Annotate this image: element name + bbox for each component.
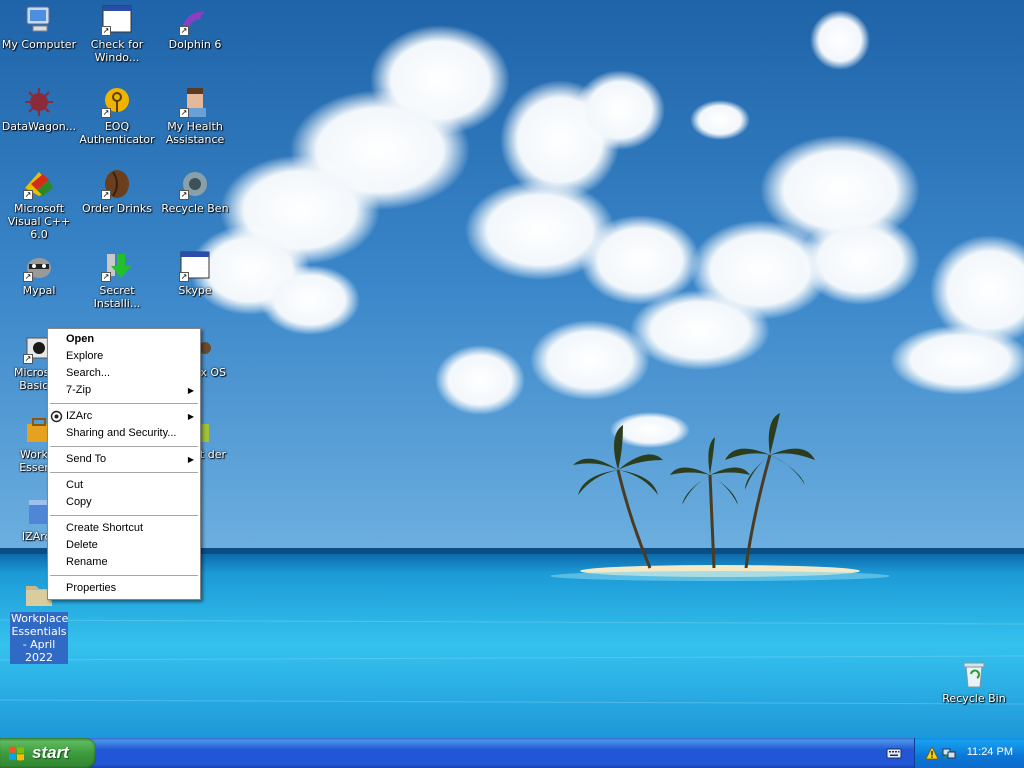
shortcut-arrow-icon: ↗ [101,108,111,118]
menu-item-search[interactable]: Search... [48,365,200,382]
menu-separator [50,515,198,516]
desktop-icon-check-for-windows[interactable]: ↗ Check for Windo... [78,4,156,64]
vcpp-icon: ↗ [23,168,55,200]
shortcut-arrow-icon: ↗ [23,272,33,282]
key-icon: ↗ [101,86,133,118]
menu-item-cut[interactable]: Cut [48,477,200,494]
menu-item-rename[interactable]: Rename [48,554,200,571]
desktop-icon-skype[interactable]: ↗ Skype [156,250,234,297]
desktop-icon-datawagon[interactable]: DataWagon... [0,86,78,133]
context-menu: Open Explore Search... 7-Zip ▶ IZArc ▶ Sha… [47,328,201,600]
system-tray: 11:24 PM [914,738,1024,768]
desktop-icon-microsoft-visual-cpp[interactable]: ↗ Microsoft Visual C++ 6.0 [0,168,78,241]
download-icon: ↗ [101,250,133,282]
raccoon-icon: ↗ [23,250,55,282]
shortcut-arrow-icon: ↗ [101,272,111,282]
shortcut-arrow-icon: ↗ [23,190,33,200]
dolphin-icon: ↗ [179,4,211,36]
menu-item-izarc[interactable]: IZArc ▶ [48,408,200,425]
menu-item-create-shortcut[interactable]: Create Shortcut [48,520,200,537]
menu-item-copy[interactable]: Copy [48,494,200,511]
coffee-icon: ↗ [101,168,133,200]
menu-item-7zip[interactable]: 7-Zip ▶ [48,382,200,399]
menu-item-explore[interactable]: Explore [48,348,200,365]
menu-separator [50,472,198,473]
doctor-icon: ↗ [179,86,211,118]
shortcut-arrow-icon: ↗ [179,108,189,118]
recycle-icon: ↗ [179,168,211,200]
shortcut-arrow-icon: ↗ [179,26,189,36]
keyboard-icon[interactable] [886,746,902,760]
desktop-icon-eoq-authenticator[interactable]: ↗ EOQ Authenticator [78,86,156,146]
shortcut-arrow-icon: ↗ [101,190,111,200]
clock[interactable]: 11:24 PM [967,746,1013,758]
desktop-icon-secret-installer[interactable]: ↗ Secret Installi... [78,250,156,310]
menu-separator [50,403,198,404]
desktop-icon-recycle-ben[interactable]: ↗ Recycle Ben [156,168,234,215]
izarc-icon [50,410,63,423]
submenu-arrow-icon: ▶ [187,412,194,421]
taskbar: start 11:24 PM [0,738,1024,768]
desktop-icon-dolphin-6[interactable]: ↗ Dolphin 6 [156,4,234,51]
menu-item-delete[interactable]: Delete [48,537,200,554]
menu-item-open[interactable]: Open [48,331,200,348]
start-label: start [32,743,69,762]
recycle-bin-icon [958,658,990,690]
skype-window-icon: ↗ [179,250,211,282]
desktop-icon-my-health-assistance[interactable]: ↗ My Health Assistance [156,86,234,146]
shortcut-arrow-icon: ↗ [179,272,189,282]
desktop-icon-order-drinks[interactable]: ↗ Order Drinks [78,168,156,215]
submenu-arrow-icon: ▶ [187,386,194,395]
window-icon: ↗ [101,4,133,36]
menu-separator [50,575,198,576]
shortcut-arrow-icon: ↗ [23,354,33,364]
desktop-icon-mypal[interactable]: ↗ Mypal [0,250,78,297]
desktop-icon-recycle-bin[interactable]: Recycle Bin [935,658,1013,705]
menu-item-sharing-security[interactable]: Sharing and Security... [48,425,200,442]
desktop-icon-my-computer[interactable]: My Computer [0,4,78,51]
submenu-arrow-icon: ▶ [187,455,194,464]
menu-item-properties[interactable]: Properties [48,580,200,597]
shortcut-arrow-icon: ↗ [179,190,189,200]
shortcut-arrow-icon: ↗ [101,26,111,36]
windows-flag-icon [9,746,24,761]
menu-item-send-to[interactable]: Send To ▶ [48,451,200,468]
virus-icon [23,86,55,118]
start-button[interactable]: start [0,738,96,768]
warning-icon[interactable] [925,746,939,760]
network-icon[interactable] [942,746,956,760]
menu-separator [50,446,198,447]
computer-icon [23,4,55,36]
